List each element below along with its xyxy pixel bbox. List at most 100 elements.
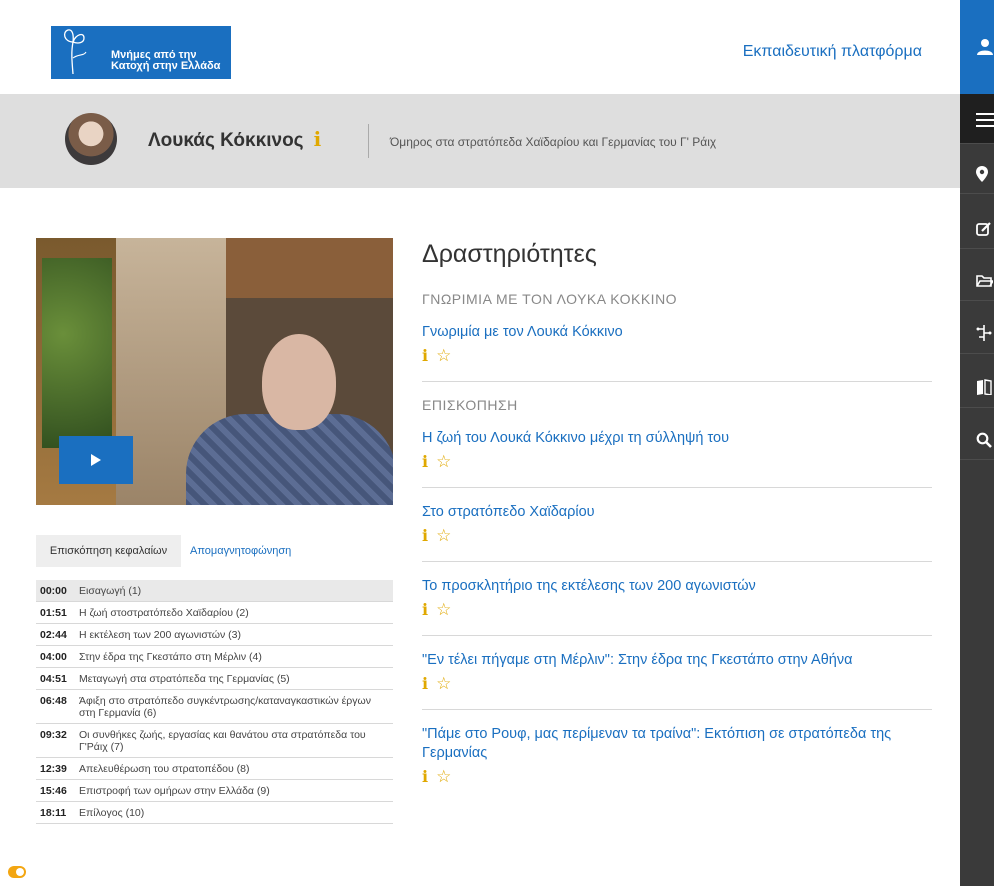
divider — [422, 635, 932, 636]
chapter-time: 00:00 — [40, 585, 67, 597]
activity-item: Στο στρατόπεδο Χαϊδαρίου i ☆ — [422, 503, 932, 561]
star-icon[interactable]: ☆ — [436, 674, 451, 693]
activity-link[interactable]: Η ζωή του Λουκά Κόκκινο μέχρι τη σύλληψή… — [422, 429, 932, 448]
play-icon — [91, 454, 101, 466]
search-icon — [976, 432, 992, 448]
person-description: Όμηρος στα στρατόπεδα Χαϊδαρίου και Γερμ… — [390, 135, 717, 149]
folder-button[interactable] — [960, 257, 994, 301]
chapter-list: 00:00 Εισαγωγή (1) 01:51 Η ζωή στοστρατόπε… — [36, 580, 393, 824]
person-name-text: Λουκάς Κόκκινος — [148, 130, 304, 151]
star-icon[interactable]: ☆ — [436, 346, 451, 365]
site-logo[interactable]: Μνήμες από την Κατοχή στην Ελλάδα — [51, 26, 231, 79]
flower-logo-icon — [63, 29, 87, 75]
user-button[interactable] — [960, 0, 994, 94]
menu-button[interactable] — [960, 94, 994, 144]
book-button[interactable] — [960, 364, 994, 408]
chapter-item[interactable]: 12:39 Απελευθέρωση του στρατοπέδου (8) — [36, 758, 393, 780]
star-icon[interactable]: ☆ — [436, 600, 451, 619]
activity-link[interactable]: "Πάμε στο Ρουφ, μας περίμεναν τα τραίνα"… — [422, 725, 932, 763]
divider — [422, 487, 932, 488]
avatar — [65, 113, 117, 165]
logo-text: Μνήμες από την Κατοχή στην Ελλάδα — [111, 50, 220, 72]
chapter-item[interactable]: 04:00 Στην έδρα της Γκεστάπο στη Μέρλιν (… — [36, 646, 393, 668]
edit-icon — [976, 222, 991, 236]
chapter-time: 01:51 — [40, 607, 67, 619]
divider — [422, 381, 932, 382]
chapter-title: Επίλογος (10) — [79, 807, 145, 819]
divider — [368, 124, 369, 158]
user-icon — [977, 39, 993, 55]
contrast-toggle-icon[interactable] — [8, 866, 26, 878]
folder-icon — [976, 275, 993, 287]
chapter-item[interactable]: 02:44 Η εκτέλεση των 200 αγωνιστών (3) — [36, 624, 393, 646]
activity-item: Η ζωή του Λουκά Κόκκινο μέχρι τη σύλληψή… — [422, 429, 932, 487]
activity-item: "Πάμε στο Ρουφ, μας περίμεναν τα τραίνα"… — [422, 725, 932, 802]
timeline-button[interactable] — [960, 310, 994, 354]
site-header: Μνήμες από την Κατοχή στην Ελλάδα Εκπαιδ… — [0, 0, 960, 94]
activities-title: Δραστηριότητες — [422, 240, 597, 268]
chapter-item[interactable]: 01:51 Η ζωή στοστρατόπεδο Χαϊδαρίου (2) — [36, 602, 393, 624]
search-button[interactable] — [960, 416, 994, 460]
play-button[interactable] — [59, 436, 133, 484]
activity-link[interactable]: Στο στρατόπεδο Χαϊδαρίου — [422, 503, 932, 522]
info-icon[interactable]: i — [314, 127, 322, 151]
activities-panel: Δραστηριότητες ΓΝΩΡΙΜΙΑ ΜΕ ΤΟΝ ΛΟΥΚΑ ΚΟΚ… — [422, 240, 932, 802]
map-pin-icon — [976, 166, 988, 182]
star-icon[interactable]: ☆ — [436, 767, 451, 786]
chapter-item[interactable]: 18:11 Επίλογος (10) — [36, 802, 393, 824]
right-sidebar — [960, 0, 994, 886]
divider — [422, 561, 932, 562]
chapter-title: Απελευθέρωση του στρατοπέδου (8) — [79, 763, 250, 775]
platform-link[interactable]: Εκπαιδευτική πλατφόρμα — [743, 43, 922, 61]
book-icon — [977, 379, 992, 395]
edit-button[interactable] — [960, 205, 994, 249]
chapter-tabs: Επισκόπηση κεφαλαίων Απομαγνητοφώνηση — [36, 535, 393, 567]
tab-chapter-overview[interactable]: Επισκόπηση κεφαλαίων — [36, 535, 181, 567]
chapter-item[interactable]: 15:46 Επιστροφή των ομήρων στην Ελλάδα (9… — [36, 780, 393, 802]
chapter-time: 06:48 — [40, 695, 67, 707]
divider — [422, 709, 932, 710]
timeline-icon — [976, 325, 992, 341]
chapter-title: Εισαγωγή (1) — [79, 585, 142, 597]
chapter-title: Οι συνθήκες ζωής, εργασίας και θανάτου σ… — [79, 729, 366, 753]
chapter-time: 04:00 — [40, 651, 67, 663]
chapter-title: Μεταγωγή στα στρατόπεδα της Γερμανίας (5… — [79, 673, 290, 685]
activity-item: "Εν τέλει πήγαμε στη Μέρλιν": Στην έδρα … — [422, 651, 932, 709]
info-icon[interactable]: i — [422, 674, 428, 693]
info-icon[interactable]: i — [422, 526, 428, 545]
chapter-item[interactable]: 06:48 Άφιξη στο στρατόπεδο συγκέντρωσης/κ… — [36, 690, 393, 724]
person-bar: Λουκάς Κόκκινος i Όμηρος στα στρατόπεδα Χ… — [0, 94, 960, 188]
chapter-title: Άφιξη στο στρατόπεδο συγκέντρωσης/κατανα… — [79, 695, 371, 719]
chapter-time: 18:11 — [40, 807, 67, 819]
chapter-time: 02:44 — [40, 629, 67, 641]
info-icon[interactable]: i — [422, 767, 428, 786]
info-icon[interactable]: i — [422, 346, 428, 365]
activity-item: Γνωριμία με τον Λουκά Κόκκινο i ☆ — [422, 323, 932, 381]
logo-line2: Κατοχή στην Ελλάδα — [111, 60, 221, 72]
map-button[interactable] — [960, 150, 994, 194]
star-icon[interactable]: ☆ — [436, 526, 451, 545]
chapter-title: Επιστροφή των ομήρων στην Ελλάδα (9) — [79, 785, 270, 797]
activity-item: Το προσκλητήριο της εκτέλεσης των 200 αγ… — [422, 577, 932, 635]
activity-link[interactable]: Γνωριμία με τον Λουκά Κόκκινο — [422, 323, 932, 342]
section-label: ΕΠΙΣΚΟΠΗΣΗ — [422, 397, 518, 413]
chapter-time: 09:32 — [40, 729, 67, 741]
activity-link[interactable]: Το προσκλητήριο της εκτέλεσης των 200 αγ… — [422, 577, 932, 596]
info-icon[interactable]: i — [422, 600, 428, 619]
tab-transcript[interactable]: Απομαγνητοφώνηση — [190, 535, 291, 567]
activity-link[interactable]: "Εν τέλει πήγαμε στη Μέρλιν": Στην έδρα … — [422, 651, 932, 670]
chapter-item[interactable]: 00:00 Εισαγωγή (1) — [36, 580, 393, 602]
chapter-title: Στην έδρα της Γκεστάπο στη Μέρλιν (4) — [79, 651, 262, 663]
chapter-title: Η ζωή στοστρατόπεδο Χαϊδαρίου (2) — [79, 607, 249, 619]
chapter-item[interactable]: 09:32 Οι συνθήκες ζωής, εργασίας και θανά… — [36, 724, 393, 758]
menu-icon — [976, 113, 994, 127]
section-label: ΓΝΩΡΙΜΙΑ ΜΕ ΤΟΝ ΛΟΥΚΑ ΚΟΚΚΙΝΟ — [422, 291, 678, 307]
star-icon[interactable]: ☆ — [436, 452, 451, 471]
person-name: Λουκάς Κόκκινος i — [148, 127, 321, 152]
chapter-time: 15:46 — [40, 785, 67, 797]
chapter-time: 12:39 — [40, 763, 67, 775]
chapter-item[interactable]: 04:51 Μεταγωγή στα στρατόπεδα της Γερμανί… — [36, 668, 393, 690]
chapter-time: 04:51 — [40, 673, 67, 685]
info-icon[interactable]: i — [422, 452, 428, 471]
video-player[interactable] — [36, 238, 393, 505]
